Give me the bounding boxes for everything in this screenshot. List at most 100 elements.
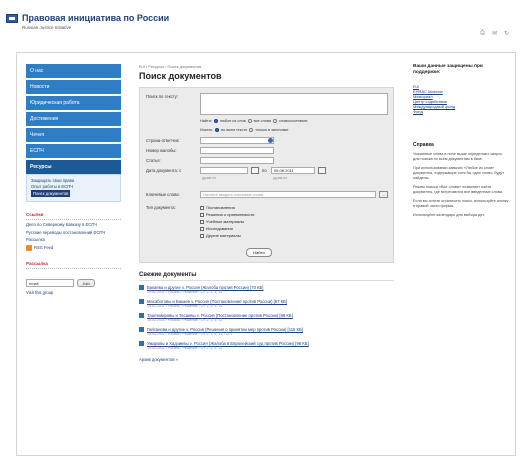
checkbox[interactable] — [200, 205, 204, 210]
doc-meta: 15.02.2011 / Россия / Решение / Ст. 2, 3… — [147, 304, 223, 308]
calendar-icon[interactable] — [251, 167, 259, 174]
nav-item-about[interactable]: О нас — [26, 64, 121, 78]
text-search-input[interactable] — [200, 93, 388, 115]
application-no-input[interactable] — [200, 147, 274, 154]
main-content: RJI / Ресурсы / Поиск документов Поиск д… — [139, 64, 394, 362]
document-icon — [139, 313, 144, 318]
article-input[interactable] — [200, 157, 274, 164]
help-paragraph: Используйте календарь для выбора дат. — [413, 213, 485, 217]
doc-meta: 15.02.2011 / Россия / Решение / Ст. 2, 3… — [147, 318, 223, 322]
rss-label: RSS Feed — [34, 245, 54, 250]
type-admissibility[interactable]: Решения о приемлемости — [200, 212, 254, 217]
scope-title-label: только в заголовке — [255, 128, 289, 132]
list-item: Бакаева и другие v. Россия (Жалоба проти… — [139, 285, 394, 295]
country-select[interactable] — [200, 137, 274, 144]
visit-group-link[interactable]: Visit this group — [26, 290, 121, 295]
submenu-document-search[interactable]: Поиск документов — [31, 190, 71, 197]
text-search-label: Поиск по тексту: — [146, 94, 178, 99]
help-paragraph: Указанные слова в поле выше определяют з… — [413, 152, 503, 161]
doc-meta: 15.02.2011 / Россия / Решение / Ст. 2, 3… — [147, 332, 233, 336]
scope-title-radio[interactable] — [249, 128, 254, 132]
print-icon[interactable]: ⎙ — [480, 30, 485, 37]
find-phrase-radio[interactable] — [273, 119, 278, 123]
search-scope-label: Искать: — [200, 128, 214, 132]
checkbox[interactable] — [200, 233, 204, 238]
email-icon[interactable]: ✉ — [492, 30, 497, 37]
type-research[interactable]: Исследования — [200, 226, 233, 231]
nav-item-achievements[interactable]: Достижения — [26, 112, 121, 126]
list-item: Умаровы и Хадзиевы v. Россия (Жалоба в Е… — [139, 341, 394, 351]
document-icon — [139, 285, 144, 290]
checkbox[interactable] — [200, 212, 204, 217]
scope-fulltext-label: во всем тексте — [221, 128, 248, 132]
nav-item-echr[interactable]: ЕСПЧ — [26, 144, 121, 158]
country-label: Страна-ответчик: — [146, 138, 180, 143]
search-form: Поиск по тексту: Найти: любое из слов вс… — [139, 87, 394, 263]
scope-fulltext-radio[interactable] — [215, 128, 220, 132]
supporters-heading: Ваши данные защищены при поддержке: — [413, 64, 483, 75]
date-to-label: по — [262, 168, 267, 173]
help-paragraph: Если вы хотите ограничить поиск, использ… — [413, 199, 509, 208]
keywords-picker-button[interactable]: ... — [379, 191, 388, 198]
submenu-echr-experience[interactable]: Опыт работы в ЕСПЧ — [31, 184, 116, 190]
all-documents-link[interactable]: Архив документов » — [139, 357, 394, 362]
recent-docs-heading: Свежие документы — [139, 272, 394, 281]
subscribe-row: email Join — [26, 278, 121, 287]
checkbox[interactable] — [200, 226, 204, 231]
breadcrumb[interactable]: RJI / Ресурсы / Поиск документов — [139, 64, 394, 69]
right-sidebar: Ваши данные защищены при поддержке: RJI … — [413, 64, 509, 218]
resources-submenu: Защищать свои права Опыт работы в ЕСПЧ П… — [26, 174, 121, 202]
search-submit-button[interactable]: Найти — [246, 248, 272, 257]
subscribe-heading: Рассылка — [26, 261, 121, 269]
help-heading: Справка — [413, 142, 434, 148]
date-from-input[interactable] — [200, 167, 248, 174]
nav-item-chechnya[interactable]: Чечня — [26, 128, 121, 142]
share-icon[interactable]: ↻ — [504, 30, 509, 37]
type-judgments-label: Постановления — [206, 205, 235, 210]
type-other-label: Другие материалы — [206, 233, 241, 238]
application-no-label: Номер жалобы: — [146, 148, 177, 153]
document-icon — [139, 299, 144, 304]
page-frame: О нас Новости Юридическая работа Достиже… — [16, 52, 516, 456]
search-scope-options: Искать: во всем тексте только в заголовк… — [200, 128, 288, 132]
find-any-radio[interactable] — [213, 119, 218, 123]
type-training-label: Учебные материалы — [206, 219, 245, 224]
list-item: Масаботовы и Бакаев v. Россия (Постановл… — [139, 299, 394, 309]
date-from-label: Дата документа: с — [146, 168, 182, 173]
keywords-input[interactable]: Начните вводить ключевые слова — [200, 191, 376, 198]
link-mailing[interactable]: Рассылка — [26, 237, 121, 243]
links-heading: Ссылки — [26, 212, 121, 220]
type-research-label: Исследования — [206, 226, 233, 231]
type-other[interactable]: Другие материалы — [200, 233, 241, 238]
calendar-icon[interactable] — [318, 167, 326, 174]
type-judgments[interactable]: Постановления — [200, 205, 235, 210]
page-title: Поиск документов — [139, 71, 222, 81]
rss-link[interactable]: RSS Feed — [26, 244, 121, 251]
chevron-down-icon[interactable] — [268, 138, 273, 143]
date-to-input[interactable]: 05.08.2011 — [271, 167, 315, 174]
site-header: Правовая инициатива по России Russian Ju… — [0, 0, 525, 40]
nav-item-news[interactable]: Новости — [26, 80, 121, 94]
doc-meta: 15.02.2011 / Россия / Решение / Ст. 2, 3… — [147, 290, 223, 294]
date-to-hint: дд.мм.гггг — [273, 176, 288, 180]
supporter-link[interactable]: Фонд — [413, 109, 509, 114]
left-sidebar: О нас Новости Юридическая работа Достиже… — [26, 64, 121, 295]
link-translations[interactable]: Русские переводы постановлений ЕСПЧ — [26, 230, 121, 236]
site-subtitle: Russian Justice Initiative — [22, 25, 72, 30]
find-all-radio[interactable] — [247, 119, 252, 123]
find-all-label: все слова — [253, 119, 272, 123]
type-training[interactable]: Учебные материалы — [200, 219, 244, 224]
find-label: Найти: — [200, 119, 212, 123]
supporters-links: RJI EHRAC Moscow Мемориал Центр содейств… — [413, 84, 509, 114]
checkbox[interactable] — [200, 219, 204, 224]
nav-item-resources[interactable]: Ресурсы — [26, 160, 121, 174]
email-input[interactable]: email — [26, 278, 74, 287]
doc-type-label: Тип документа: — [146, 205, 176, 210]
logo-icon[interactable] — [6, 14, 18, 23]
type-admissibility-label: Решения о приемлемости — [206, 212, 255, 217]
nav-item-legal[interactable]: Юридическая работа — [26, 96, 121, 110]
date-from-hint: дд.мм.гггг — [202, 176, 217, 180]
join-button[interactable]: Join — [77, 278, 95, 287]
site-title[interactable]: Правовая инициатива по России — [22, 13, 169, 23]
link-north-caucasus[interactable]: Дело по Северному Кавказу в ЕСПЧ — [26, 222, 121, 228]
